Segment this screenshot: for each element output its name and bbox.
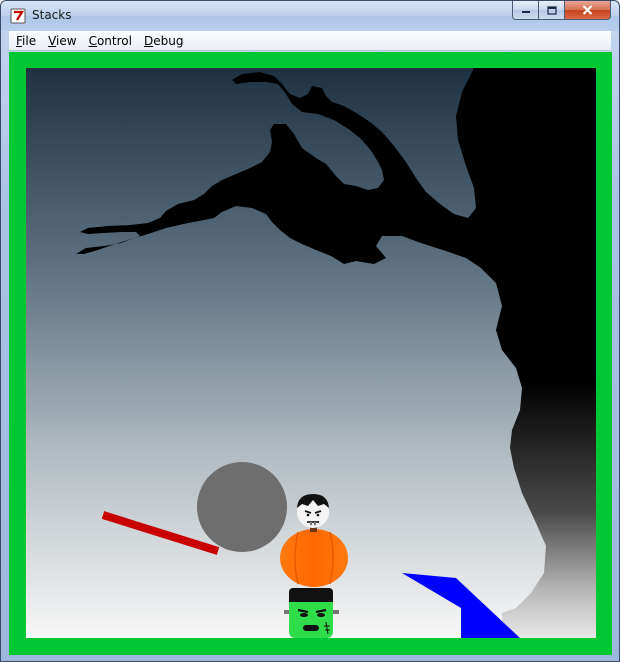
close-button[interactable] — [565, 1, 611, 20]
maximize-button[interactable] — [539, 1, 565, 20]
caption-buttons — [512, 1, 611, 21]
game-frame — [9, 52, 612, 655]
game-canvas[interactable] — [26, 68, 596, 638]
minimize-icon — [521, 11, 530, 13]
menu-bar: File View Control Debug — [9, 31, 611, 51]
menu-file[interactable]: File — [11, 31, 41, 51]
close-icon — [582, 5, 593, 15]
frankenstein-head — [284, 588, 339, 638]
vampire-head — [297, 494, 329, 528]
menu-control[interactable]: Control — [84, 31, 137, 51]
minimize-button[interactable] — [512, 1, 539, 20]
menu-view[interactable]: View — [43, 31, 81, 51]
title-bar[interactable]: Stacks — [1, 1, 619, 31]
window-title: Stacks — [32, 8, 72, 22]
menu-debug[interactable]: Debug — [139, 31, 188, 51]
maximize-icon — [546, 5, 557, 15]
app-icon — [10, 8, 26, 24]
app-window: Stacks File View Control Debug — [0, 0, 620, 662]
gray-boulder — [197, 462, 287, 552]
